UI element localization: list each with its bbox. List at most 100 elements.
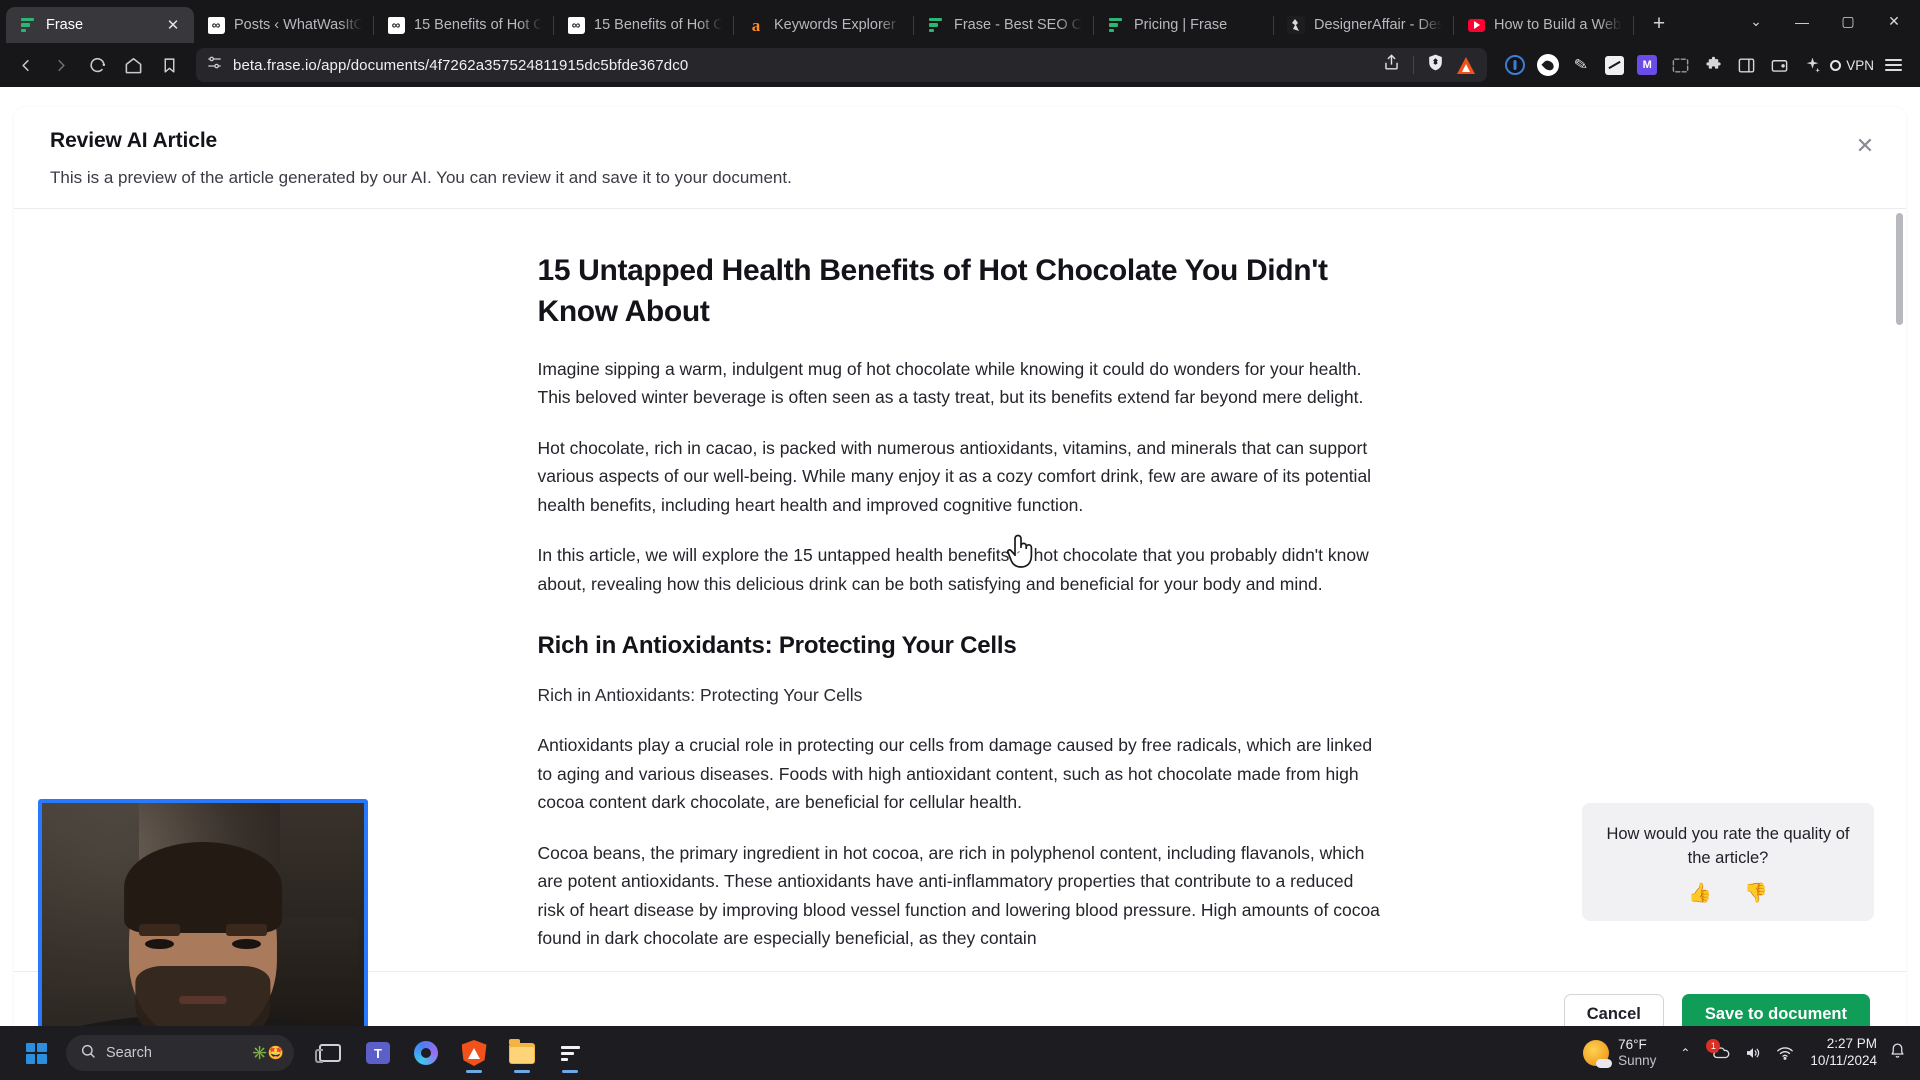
taskbar-right: 76°F Sunny ⌃ 1 2:27 PM 10/11/2024 xyxy=(1577,1036,1920,1070)
start-button[interactable] xyxy=(12,1029,60,1077)
tab-title: Frase xyxy=(46,17,84,33)
pen-annotate-icon[interactable]: ✎ xyxy=(1567,51,1595,79)
article-scrollbar[interactable] xyxy=(1895,213,1904,967)
brave-shields-icon[interactable] xyxy=(1426,53,1445,77)
frase-icon xyxy=(1107,16,1125,34)
article-paragraph: Hot chocolate, rich in cacao, is packed … xyxy=(537,437,1372,515)
browser-tab-how-to-build-a-website[interactable]: How to Build a Webs xyxy=(1454,7,1634,43)
frase-icon xyxy=(19,16,37,34)
wallet-icon[interactable] xyxy=(1767,53,1791,77)
windows-taskbar: Search ✳️🤩 T 76°F Sunny ⌃ 1 2:27 PM 10/1… xyxy=(0,1026,1920,1080)
scrollbar-thumb[interactable] xyxy=(1896,213,1903,325)
taskbar-search[interactable]: Search ✳️🤩 xyxy=(66,1035,294,1071)
thumbs-down-icon[interactable]: 👎 xyxy=(1744,884,1768,903)
brave-leo-icon[interactable] xyxy=(1536,53,1560,77)
taskbar-teams-button[interactable]: T xyxy=(356,1031,400,1075)
sunny-weather-icon xyxy=(1583,1040,1613,1068)
close-icon[interactable]: ✕ xyxy=(1852,133,1878,159)
brave-rewards-icon[interactable] xyxy=(1457,56,1476,74)
1password-icon[interactable] xyxy=(1503,53,1527,77)
rating-question: How would you rate the quality of the ar… xyxy=(1606,825,1850,867)
taskbar-copilot-button[interactable] xyxy=(404,1031,448,1075)
wordpress-icon: ∞ xyxy=(387,16,405,34)
browser-tab-keywords-explorer[interactable]: a Keywords Explorer - A xyxy=(734,7,914,43)
modal-header: Review AI Article This is a preview of t… xyxy=(14,107,1906,208)
brave-icon xyxy=(461,1040,487,1066)
sparkle-icon[interactable] xyxy=(1800,53,1824,77)
navigation-toolbar: beta.frase.io/app/documents/4f7262a35752… xyxy=(0,43,1920,87)
webcam-person-brow-right xyxy=(225,923,268,936)
browser-tab-designeraffair[interactable]: DesignerAffair - Desi xyxy=(1274,7,1454,43)
browser-window: Frase ✕ ∞ Posts ‹ WhatWasItCal ∞ 15 Bene… xyxy=(0,0,1920,1080)
address-bar[interactable]: beta.frase.io/app/documents/4f7262a35752… xyxy=(196,48,1488,82)
new-tab-button[interactable]: + xyxy=(1642,7,1676,41)
tune-icon[interactable] xyxy=(206,54,223,76)
task-view-icon xyxy=(315,1044,341,1063)
browser-tab-posts-whatwasitcalled[interactable]: ∞ Posts ‹ WhatWasItCal xyxy=(194,7,374,43)
article-heading: 15 Untapped Health Benefits of Hot Choco… xyxy=(537,254,1329,328)
article-paragraph: Antioxidants play a crucial role in prot… xyxy=(537,735,1373,813)
article-paragraph: Imagine sipping a warm, indulgent mug of… xyxy=(537,358,1364,408)
window-controls: ⌄ — ▢ ✕ xyxy=(1734,0,1918,43)
article-paragraph: In this article, we will explore the 15 … xyxy=(537,545,1369,594)
hamburger-menu-icon[interactable] xyxy=(1876,48,1910,82)
puzzle-extensions-icon[interactable] xyxy=(1701,53,1725,77)
browser-tab-15-benefits-2[interactable]: ∞ 15 Benefits of Hot Ch xyxy=(554,7,734,43)
webcam-person-mouth xyxy=(178,996,228,1004)
taskbar-clock[interactable]: 2:27 PM 10/11/2024 xyxy=(1806,1036,1889,1070)
screenshot-icon[interactable] xyxy=(1668,53,1692,77)
weather-temperature: 76°F xyxy=(1618,1036,1647,1052)
tab-list-chevron-down-icon[interactable]: ⌄ xyxy=(1734,2,1778,42)
clock-date: 10/11/2024 xyxy=(1810,1053,1877,1068)
webcam-person-hair xyxy=(124,842,282,933)
bookmark-icon[interactable] xyxy=(152,48,186,82)
taskbar-file-explorer-button[interactable] xyxy=(500,1031,544,1075)
show-hidden-icons-chevron-up-icon[interactable]: ⌃ xyxy=(1670,1046,1700,1060)
tab-title: 15 Benefits of Hot Ch xyxy=(414,17,542,33)
speaker-icon[interactable] xyxy=(1744,1044,1762,1062)
maximize-button[interactable]: ▢ xyxy=(1826,2,1870,42)
taskbar-brave-button[interactable] xyxy=(452,1031,496,1075)
sidebar-panel-icon[interactable] xyxy=(1734,53,1758,77)
divider xyxy=(1413,56,1415,74)
frase-icon xyxy=(560,1045,580,1061)
browser-tab-pricing-frase[interactable]: Pricing | Frase xyxy=(1094,7,1274,43)
browser-tab-frase-best-seo[interactable]: Frase - Best SEO Cont xyxy=(914,7,1094,43)
minimize-button[interactable]: — xyxy=(1780,2,1824,42)
tab-title: Keywords Explorer - A xyxy=(774,17,902,33)
tab-title: Pricing | Frase xyxy=(1134,17,1228,33)
cloud-icon[interactable]: 1 xyxy=(1706,1039,1730,1062)
article-section-heading: Rich in Antioxidants: Protecting Your Ce… xyxy=(537,632,1017,660)
url-text: beta.frase.io/app/documents/4f7262a35752… xyxy=(233,56,689,74)
browser-tab-frase[interactable]: Frase ✕ xyxy=(6,7,194,43)
purple-extension-icon[interactable]: M xyxy=(1635,53,1659,77)
ahrefs-icon: a xyxy=(751,16,761,34)
wifi-icon[interactable] xyxy=(1776,1044,1794,1062)
thumbs-up-icon[interactable]: 👍 xyxy=(1688,884,1712,903)
youtube-icon xyxy=(1467,16,1485,34)
tab-title: Frase - Best SEO Cont xyxy=(954,17,1082,33)
bell-icon[interactable] xyxy=(1889,1042,1906,1064)
forward-arrow-icon[interactable] xyxy=(44,48,78,82)
designeraffair-icon xyxy=(1287,16,1305,34)
reload-icon[interactable] xyxy=(80,48,114,82)
windows-logo-icon xyxy=(25,1042,47,1064)
taskbar-task-view-button[interactable] xyxy=(308,1031,352,1075)
search-placeholder: Search xyxy=(106,1045,152,1061)
teams-icon: T xyxy=(366,1042,390,1064)
tab-title: How to Build a Webs xyxy=(1494,17,1622,33)
close-window-button[interactable]: ✕ xyxy=(1872,2,1916,42)
taskbar-frase-button[interactable] xyxy=(548,1031,592,1075)
back-arrow-icon[interactable] xyxy=(8,48,42,82)
taskbar-weather-widget[interactable]: 76°F Sunny xyxy=(1577,1037,1670,1070)
vpn-toggle[interactable]: VPN xyxy=(1826,58,1874,73)
grammar-icon[interactable] xyxy=(1602,53,1626,77)
close-icon[interactable]: ✕ xyxy=(164,16,182,34)
extensions-tray: ✎ M xyxy=(1497,53,1824,77)
tab-title: DesignerAffair - Desi xyxy=(1314,17,1442,33)
share-icon[interactable] xyxy=(1382,53,1401,77)
weather-condition: Sunny xyxy=(1618,1053,1657,1068)
tab-title: 15 Benefits of Hot Ch xyxy=(594,17,722,33)
home-icon[interactable] xyxy=(116,48,150,82)
browser-tab-15-benefits-1[interactable]: ∞ 15 Benefits of Hot Ch xyxy=(374,7,554,43)
